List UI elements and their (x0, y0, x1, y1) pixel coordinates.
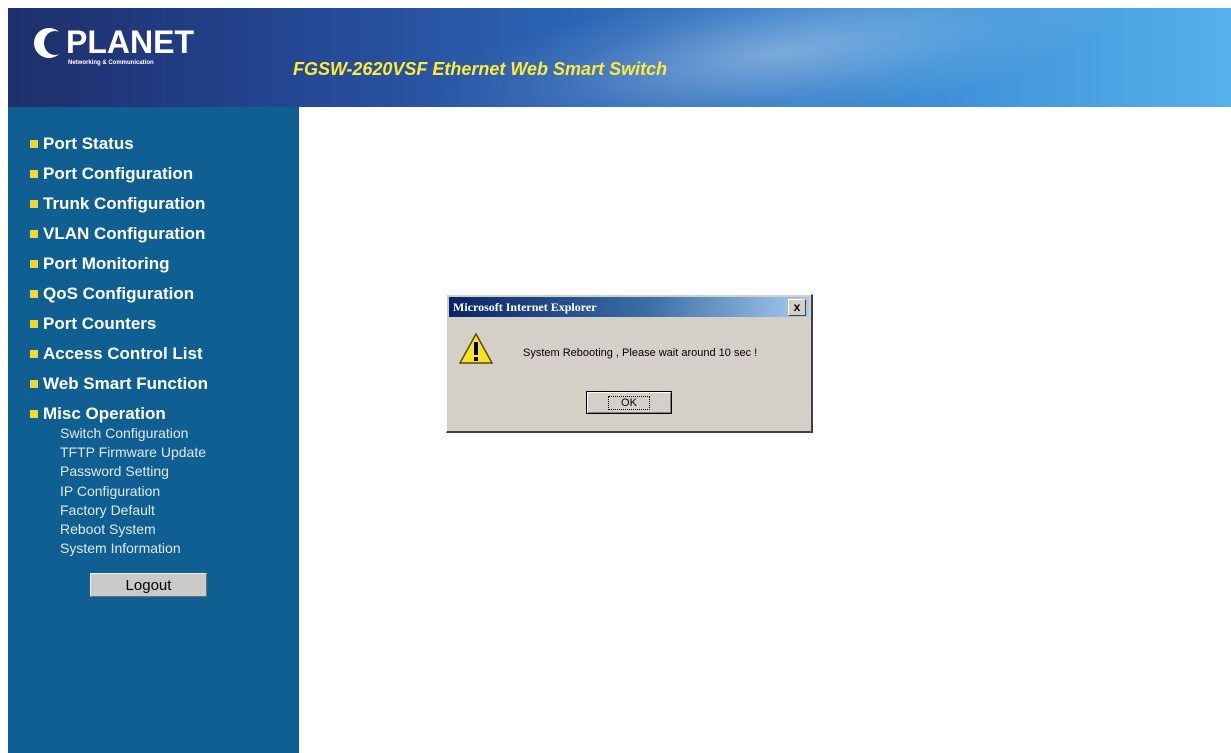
banner-decoration (420, 8, 1136, 107)
bullet-icon (30, 410, 38, 418)
sidebar-item-label: Trunk Configuration (43, 194, 206, 213)
sidebar: Port Status Port Configuration Trunk Con… (8, 107, 299, 753)
bullet-icon (30, 290, 38, 298)
submenu-system-information[interactable]: System Information (60, 539, 206, 558)
logo-globe-icon (34, 28, 66, 58)
sidebar-item-label: Port Status (43, 134, 134, 153)
sidebar-item-label: QoS Configuration (43, 284, 195, 303)
sidebar-item-label: VLAN Configuration (43, 224, 206, 243)
bullet-icon (30, 200, 38, 208)
submenu-reboot-system[interactable]: Reboot System (60, 520, 206, 539)
sidebar-item-label: Port Monitoring (43, 254, 170, 273)
ok-button[interactable]: OK (586, 391, 672, 414)
bullet-icon (30, 140, 38, 148)
sidebar-item-qos-configuration[interactable]: QoS Configuration (30, 279, 208, 309)
sidebar-item-port-counters[interactable]: Port Counters (30, 309, 208, 339)
bullet-icon (30, 260, 38, 268)
bullet-icon (30, 350, 38, 358)
bullet-icon (30, 170, 38, 178)
sidebar-item-label: Web Smart Function (43, 374, 208, 393)
sidebar-item-trunk-configuration[interactable]: Trunk Configuration (30, 189, 208, 219)
sidebar-item-label: Port Counters (43, 314, 157, 333)
submenu-factory-default[interactable]: Factory Default (60, 501, 206, 520)
bullet-icon (30, 230, 38, 238)
sidebar-item-label: Access Control List (43, 344, 203, 363)
submenu-ip-configuration[interactable]: IP Configuration (60, 482, 206, 501)
sidebar-item-label: Port Configuration (43, 164, 194, 183)
bullet-icon (30, 320, 38, 328)
dialog-titlebar[interactable]: Microsoft Internet Explorer x (449, 297, 809, 317)
submenu-tftp-firmware-update[interactable]: TFTP Firmware Update (60, 443, 206, 462)
sidebar-item-vlan-configuration[interactable]: VLAN Configuration (30, 219, 208, 249)
sidebar-item-port-status[interactable]: Port Status (30, 129, 208, 159)
bullet-icon (30, 380, 38, 388)
header-banner: PLANET Networking & Communication FGSW-2… (8, 8, 1231, 107)
logo-wordmark: PLANET (66, 24, 194, 60)
logout-button[interactable]: Logout (90, 573, 207, 597)
planet-logo: PLANET Networking & Communication (34, 22, 214, 74)
alert-dialog: Microsoft Internet Explorer x System Reb… (446, 294, 813, 433)
sidebar-item-web-smart-function[interactable]: Web Smart Function (30, 369, 208, 399)
close-icon[interactable]: x (788, 299, 806, 316)
sidebar-item-port-monitoring[interactable]: Port Monitoring (30, 249, 208, 279)
misc-operation-submenu: Switch Configuration TFTP Firmware Updat… (60, 424, 206, 558)
dialog-title: Microsoft Internet Explorer (453, 300, 597, 314)
warning-icon (459, 333, 493, 364)
sidebar-item-port-configuration[interactable]: Port Configuration (30, 159, 208, 189)
ok-button-label: OK (608, 395, 650, 410)
submenu-switch-configuration[interactable]: Switch Configuration (60, 424, 206, 443)
sidebar-item-access-control-list[interactable]: Access Control List (30, 339, 208, 369)
sidebar-menu: Port Status Port Configuration Trunk Con… (30, 129, 208, 429)
submenu-password-setting[interactable]: Password Setting (60, 462, 206, 481)
sidebar-item-label: Misc Operation (43, 404, 166, 423)
product-title: FGSW-2620VSF Ethernet Web Smart Switch (293, 59, 668, 79)
logo-tagline: Networking & Communication (68, 60, 154, 66)
dialog-message: System Rebooting , Please wait around 10… (523, 347, 758, 359)
